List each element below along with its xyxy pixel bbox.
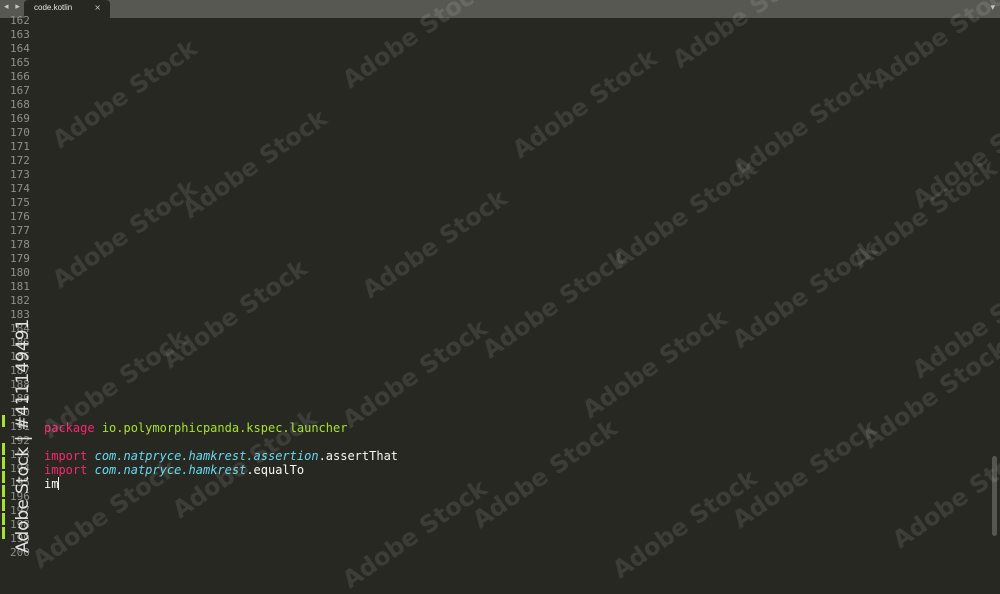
watermark-text: Adobe Stock (577, 303, 733, 425)
line-number: 176 (10, 210, 30, 223)
code-line-import-1[interactable]: import com.natpryce.hamkrest.assertion.a… (44, 449, 398, 463)
code-line-current[interactable]: im (44, 477, 60, 491)
modified-line-marker (2, 415, 5, 427)
line-number: 169 (10, 112, 30, 125)
line-number: 174 (10, 182, 30, 195)
import-keyword: import (44, 463, 88, 477)
line-number: 172 (10, 154, 30, 167)
line-number: 163 (10, 28, 30, 41)
line-number: 164 (10, 42, 30, 55)
watermark-text: Adobe Stock (177, 103, 333, 225)
watermark-text: Adobe Stock (477, 243, 633, 365)
line-number: 171 (10, 140, 30, 153)
line-number: 166 (10, 70, 30, 83)
line-number: 180 (10, 266, 30, 279)
modified-line-marker (2, 457, 5, 469)
modified-line-marker (2, 499, 5, 511)
tab-nav-arrows-icon[interactable]: ◂ ▸ (4, 2, 22, 12)
tab-bar: ◂ ▸ code.kotlin × ▾ (0, 0, 1000, 18)
tab-label: code.kotlin (34, 3, 73, 12)
line-number: 167 (10, 84, 30, 97)
watermark-text: Adobe Stock (337, 473, 493, 594)
watermark-text: Adobe Stock (607, 153, 763, 275)
line-number: 179 (10, 252, 30, 265)
line-number: 173 (10, 168, 30, 181)
line-number: 175 (10, 196, 30, 209)
watermark-text: Adobe Stock (337, 313, 493, 435)
watermark-text: Adobe Stock (47, 33, 203, 155)
line-number: 178 (10, 238, 30, 251)
line-number: 181 (10, 280, 30, 293)
line-number: 168 (10, 98, 30, 111)
line-number: 177 (10, 224, 30, 237)
text-caret (58, 477, 60, 490)
watermark-text: Adobe Stock (467, 413, 623, 535)
watermark-text: Adobe Stock (727, 233, 883, 355)
modified-line-marker (2, 513, 5, 525)
tab-code-kotlin[interactable]: code.kotlin × (24, 0, 110, 18)
line-number: 165 (10, 56, 30, 69)
watermark-text: Adobe Stock (887, 433, 1000, 555)
import-member: .assertThat (318, 449, 399, 463)
watermark-text: Adobe Stock (47, 173, 203, 295)
watermark-text: Adobe Stock (507, 43, 663, 165)
modified-line-marker (2, 485, 5, 497)
close-icon[interactable]: × (94, 3, 101, 12)
watermark-text: Adobe Stock (357, 183, 513, 305)
stock-id-text: Adobe Stock | #411149491 (13, 318, 33, 553)
watermark-text: Adobe Stock (157, 253, 313, 375)
typed-text: im (44, 477, 59, 491)
line-number: 170 (10, 126, 30, 139)
modified-line-marker (2, 471, 5, 483)
modified-line-marker (2, 443, 5, 455)
modified-line-marker (2, 527, 5, 539)
import-keyword: import (44, 449, 88, 463)
line-number: 182 (10, 294, 30, 307)
line-number: 162 (10, 14, 30, 27)
